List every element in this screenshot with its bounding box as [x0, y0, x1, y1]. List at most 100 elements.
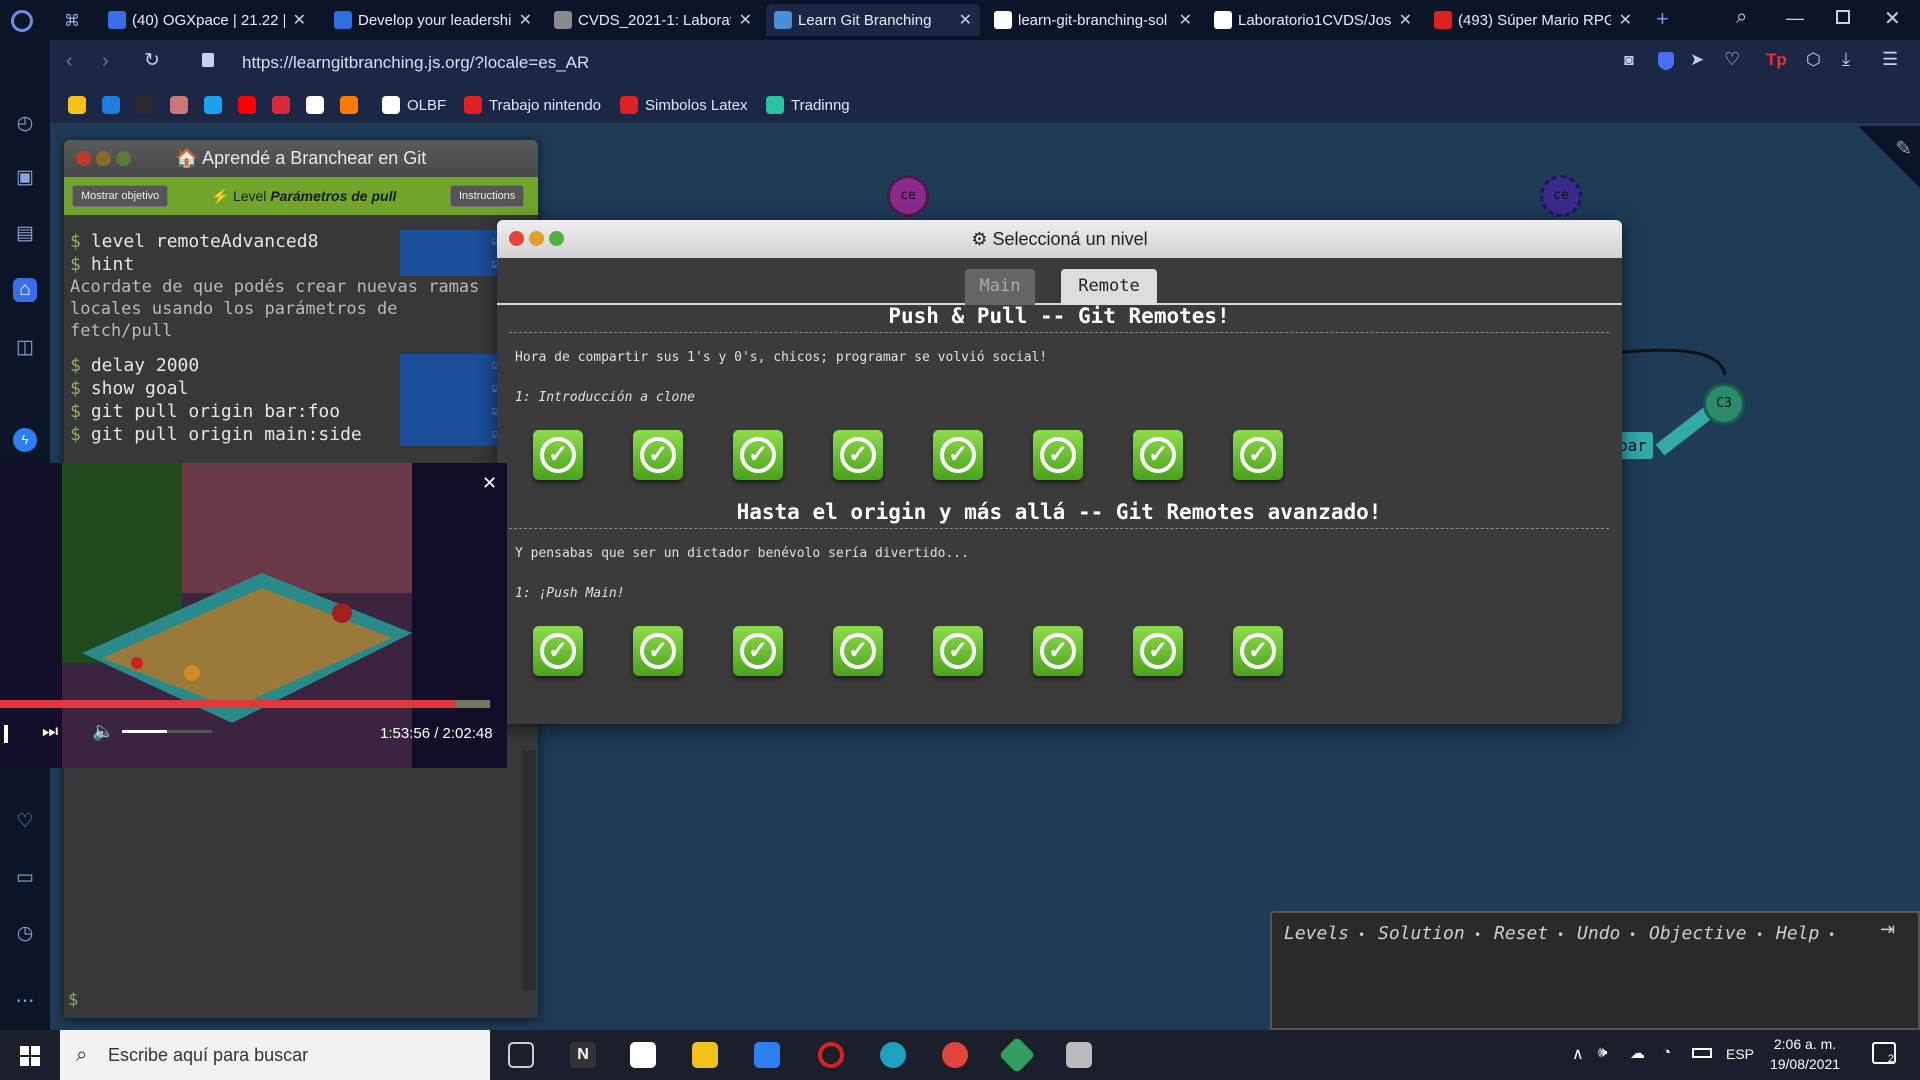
corner-wrench-icon[interactable]: ✎ — [1858, 126, 1920, 188]
tab-4[interactable]: learn-git-branching-sol ✕ — [986, 4, 1200, 36]
bookmark-10[interactable]: Trabajo nintendo — [464, 94, 601, 116]
command-reset[interactable]: Reset — [1494, 923, 1548, 944]
app-red-icon[interactable] — [942, 1042, 968, 1068]
command-solution[interactable]: Solution — [1378, 923, 1465, 944]
history-icon[interactable]: ◷ — [13, 922, 37, 946]
windows-start-icon[interactable] — [20, 1046, 40, 1066]
volume-slider[interactable] — [122, 730, 212, 733]
heart-sidebar-icon[interactable]: ♡ — [13, 810, 37, 834]
opera-taskbar-icon[interactable] — [818, 1042, 844, 1068]
app-window-icon[interactable] — [1066, 1042, 1092, 1068]
dialog-close-dot[interactable] — [509, 231, 524, 246]
bookmark-9[interactable]: OLBF — [382, 94, 446, 116]
twitch-icon[interactable]: ▤ — [13, 222, 37, 246]
level-complete-icon[interactable]: ✓ — [1233, 430, 1283, 480]
gamepad-sidebar-icon[interactable]: ◫ — [13, 336, 37, 360]
level-complete-icon[interactable]: ✓ — [1133, 626, 1183, 676]
video-frame[interactable] — [62, 463, 412, 768]
language-indicator[interactable]: ESP — [1726, 1046, 1754, 1062]
search-tabs-icon[interactable]: ⌕ — [1736, 6, 1747, 29]
level-complete-icon[interactable]: ✓ — [833, 626, 883, 676]
maximize-dot[interactable] — [116, 151, 131, 166]
cube-icon[interactable]: ⬡ — [1806, 50, 1821, 70]
mail-icon[interactable] — [754, 1042, 780, 1068]
close-window-button[interactable]: ✕ — [1884, 6, 1901, 31]
back-icon[interactable]: ‹ — [66, 50, 73, 73]
new-tab-button[interactable]: + — [1656, 6, 1669, 32]
command-help[interactable]: Help — [1776, 923, 1819, 944]
tab-close-icon[interactable]: ✕ — [293, 10, 306, 30]
instructions-button[interactable]: Instructions — [450, 185, 525, 207]
bookmark-5[interactable] — [238, 94, 263, 116]
tab-5[interactable]: Laboratorio1CVDS/Jose ✕ — [1206, 4, 1420, 36]
bookmark-12[interactable]: Tradinng — [766, 94, 850, 116]
app-n-icon[interactable]: N — [570, 1042, 596, 1068]
tab-close-icon[interactable]: ✕ — [1179, 10, 1192, 30]
level-complete-icon[interactable]: ✓ — [533, 430, 583, 480]
forward-icon[interactable]: › — [102, 50, 109, 73]
store-icon[interactable] — [630, 1042, 656, 1068]
bookmark-7[interactable] — [306, 94, 331, 116]
app-diamond-icon[interactable] — [998, 1036, 1036, 1074]
news-icon[interactable]: ▭ — [13, 866, 37, 890]
tab-close-icon[interactable]: ✕ — [519, 10, 532, 30]
camera-icon[interactable]: ◙ — [1624, 52, 1634, 70]
opera-logo-icon[interactable] — [11, 10, 33, 32]
level-complete-icon[interactable]: ✓ — [1033, 430, 1083, 480]
minimize-button[interactable]: — — [1786, 8, 1804, 29]
bookmark-11[interactable]: Simbolos Latex — [620, 94, 748, 116]
terminal-scrollbar[interactable] — [522, 750, 536, 990]
heart-icon[interactable]: ♡ — [1724, 49, 1740, 70]
video-popout[interactable]: ✕ ⏭ 🔈 1:53:56 / 2:02:48 — [0, 463, 507, 768]
level-complete-icon[interactable]: ✓ — [533, 626, 583, 676]
more-icon[interactable]: ⋯ — [13, 990, 37, 1014]
show-goal-button[interactable]: Mostrar objetivo — [72, 185, 169, 207]
extension-tp-icon[interactable]: Tp — [1766, 50, 1787, 70]
close-dot[interactable] — [76, 151, 91, 166]
task-view-icon[interactable] — [508, 1042, 534, 1068]
tray-chevron-icon[interactable]: ∧ — [1572, 1044, 1584, 1064]
bookmark-1[interactable] — [102, 94, 127, 116]
level-complete-icon[interactable]: ✓ — [733, 626, 783, 676]
tab-main[interactable]: Main — [965, 269, 1035, 305]
tab-remote[interactable]: Remote — [1061, 269, 1157, 305]
dialog-minimize-dot[interactable] — [529, 231, 544, 246]
bookmark-0[interactable] — [68, 94, 93, 116]
download-icon[interactable]: ⤓ — [1842, 49, 1850, 70]
tray-cloud-icon[interactable]: ☁ — [1630, 1044, 1645, 1062]
reload-icon[interactable]: ↻ — [144, 49, 160, 72]
tab-close-icon[interactable]: ✕ — [1619, 10, 1632, 30]
url-field[interactable]: https://learngitbranching.js.org/?locale… — [242, 48, 1242, 78]
commit-node-ce-2[interactable]: ce — [1540, 175, 1582, 217]
command-levels[interactable]: Levels — [1284, 923, 1349, 944]
tray-volume-icon[interactable]: 🕪 — [1598, 1044, 1607, 1061]
level-complete-icon[interactable]: ✓ — [633, 430, 683, 480]
level-complete-icon[interactable]: ✓ — [833, 430, 883, 480]
level-complete-icon[interactable]: ✓ — [1233, 626, 1283, 676]
bookmark-2[interactable] — [136, 94, 161, 116]
command-objective[interactable]: Objective — [1649, 923, 1747, 944]
send-icon[interactable]: ➤ — [1690, 50, 1704, 70]
level-complete-icon[interactable]: ✓ — [933, 626, 983, 676]
tab-2[interactable]: CVDS_2021-1: Laborato ✕ — [546, 4, 760, 36]
bookmark-6[interactable] — [272, 94, 297, 116]
edge-icon[interactable] — [880, 1042, 906, 1068]
level-complete-icon[interactable]: ✓ — [733, 430, 783, 480]
menu-icon[interactable]: ☰ — [1882, 49, 1898, 70]
command-undo[interactable]: Undo — [1577, 923, 1620, 944]
gamepad-icon[interactable]: ⌘ — [64, 11, 80, 31]
shopping-icon[interactable]: ▣ — [13, 166, 37, 190]
restore-button[interactable] — [1836, 10, 1850, 24]
commit-node-c3[interactable]: C3 — [1703, 383, 1745, 425]
commit-node-ce-1[interactable]: ce — [887, 175, 929, 217]
level-complete-icon[interactable]: ✓ — [1133, 430, 1183, 480]
bookmark-3[interactable] — [170, 94, 195, 116]
level-complete-icon[interactable]: ✓ — [633, 626, 683, 676]
vpn-shield-icon[interactable] — [1658, 52, 1674, 70]
speed-dial-icon[interactable]: ◴ — [13, 112, 37, 136]
pause-icon[interactable] — [4, 725, 8, 743]
notifications-icon[interactable]: 2 — [1872, 1042, 1896, 1065]
next-icon[interactable]: ⏭ — [42, 721, 58, 742]
tab-3[interactable]: Learn Git Branching ✕ — [766, 4, 980, 36]
file-explorer-icon[interactable] — [692, 1042, 718, 1068]
